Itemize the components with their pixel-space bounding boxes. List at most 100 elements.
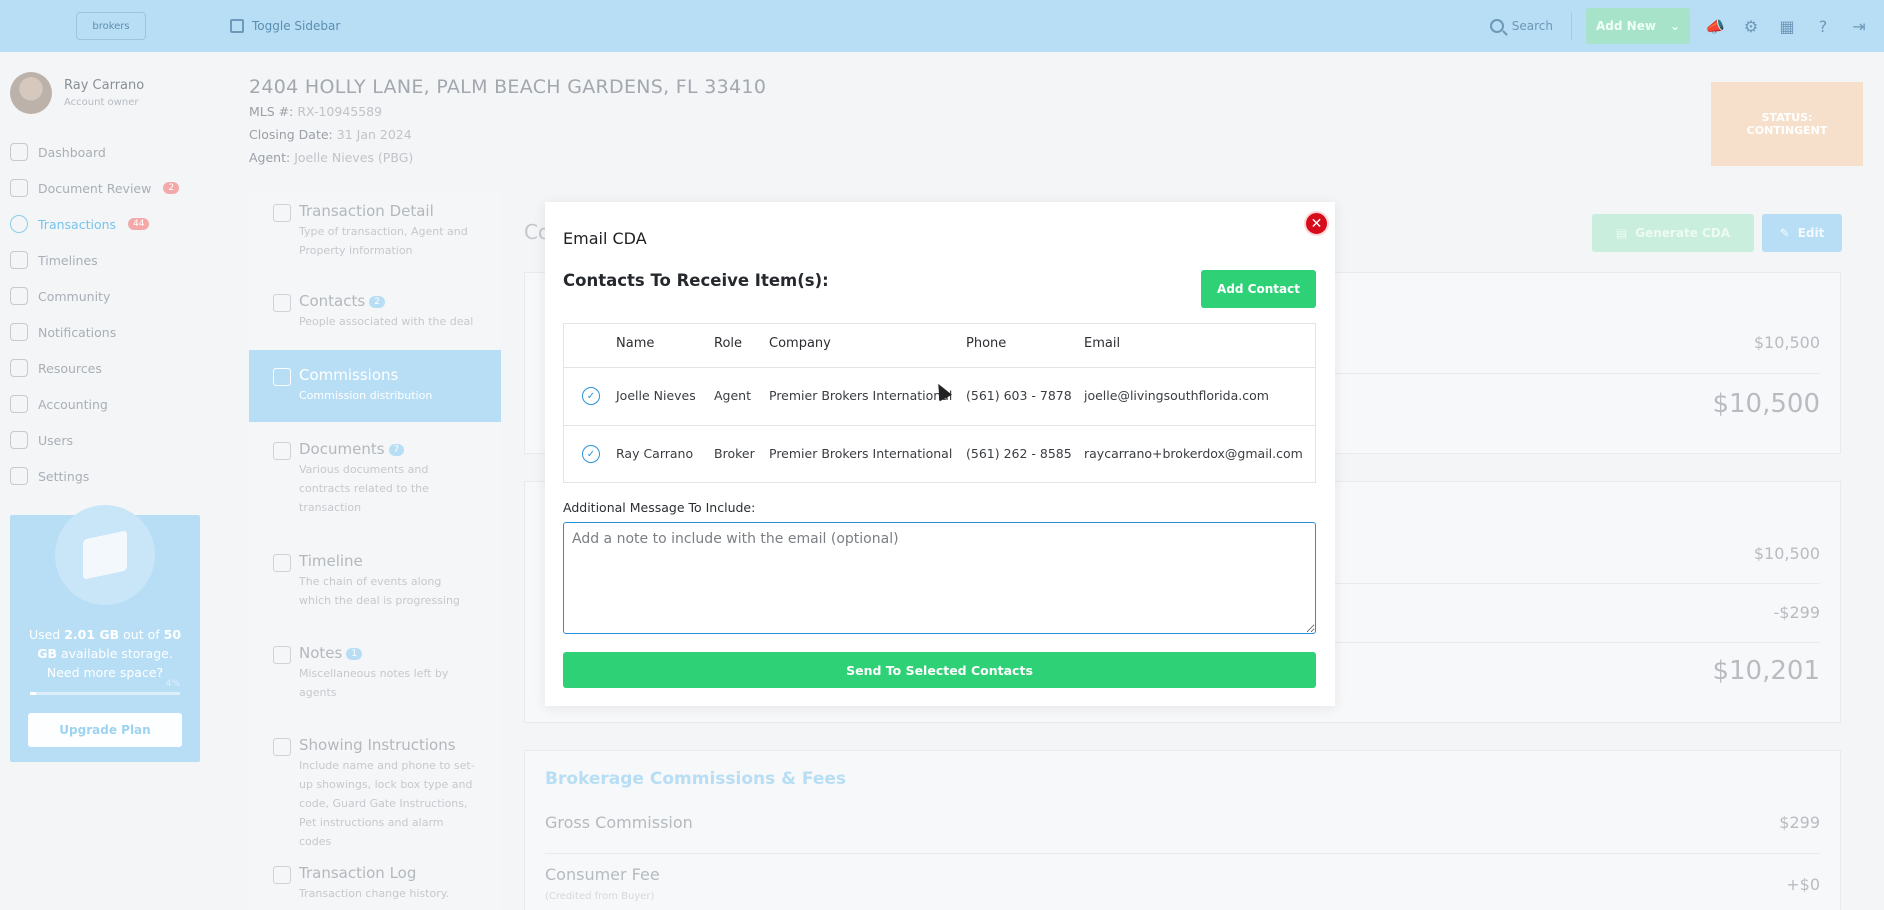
sidebar-item-accounting[interactable]: Accounting	[0, 386, 222, 422]
count-badge: 44	[128, 218, 150, 230]
row-label: Gross Commission	[545, 813, 693, 832]
dollar-icon	[10, 215, 28, 233]
send-to-selected-button[interactable]: Send To Selected Contacts	[563, 652, 1316, 688]
tab-title: Transaction Log	[299, 864, 417, 882]
accounting-icon	[10, 395, 28, 413]
tab-title: Notes	[299, 644, 343, 662]
sidebar-item-dashboard[interactable]: Dashboard	[0, 134, 222, 170]
tab-notes[interactable]: Notes 1 Miscellaneous notes left by agents	[249, 644, 501, 702]
document-icon: ▤	[1615, 226, 1628, 240]
amount: $10,500	[1753, 544, 1820, 563]
gear-icon	[10, 467, 28, 485]
table-row[interactable]: ✓ Ray Carrano Broker Premier Brokers Int…	[564, 425, 1315, 483]
generate-cda-label: Generate CDA	[1635, 226, 1731, 240]
message-label: Additional Message To Include:	[563, 500, 756, 515]
contacts-table: Name Role Company Phone Email ✓ Joelle N…	[563, 323, 1316, 483]
sidebar-item-label: Document Review	[38, 180, 152, 196]
sidebar-item-label: Accounting	[38, 396, 108, 412]
contact-name: Ray Carrano	[616, 446, 694, 461]
storage-text-part: out of	[119, 627, 164, 642]
top-bar: brokers Toggle Sidebar Search Add New ⌄ …	[0, 0, 1884, 52]
search-button[interactable]: Search	[1489, 12, 1572, 40]
status-label: STATUS:	[1761, 111, 1813, 124]
contact-company: Premier Brokers International	[769, 388, 953, 403]
user-icon	[10, 431, 28, 449]
checkbox-checked-icon[interactable]: ✓	[582, 445, 600, 463]
calculator-icon[interactable]: ▦	[1776, 15, 1798, 37]
sidebar-item-label: Settings	[38, 468, 90, 484]
sidebar-item-document-review[interactable]: Document Review 2	[0, 170, 222, 206]
pencil-icon: ✎	[1779, 226, 1790, 240]
count-badge: 2	[369, 296, 385, 308]
sidebar-item-resources[interactable]: Resources	[0, 350, 222, 386]
sidebar-item-settings[interactable]: Settings	[0, 458, 222, 494]
storage-progress-fill	[30, 692, 36, 695]
folder-icon	[10, 359, 28, 377]
contact-email: raycarrano+brokerdox@gmail.com	[1084, 446, 1303, 461]
user-name: Ray Carrano	[64, 78, 145, 93]
status-badge: STATUS: CONTINGENT	[1711, 82, 1863, 166]
tab-timeline[interactable]: Timeline The chain of events along which …	[249, 552, 501, 610]
message-textarea[interactable]	[563, 522, 1316, 634]
logo-mark: brokers	[76, 12, 146, 40]
tab-commissions[interactable]: Commissions Commission distribution	[249, 350, 501, 422]
chevron-down-icon: ⌄	[1669, 19, 1680, 33]
gross-commission-row: Gross Commission $299	[545, 813, 1820, 832]
consumer-fee-row: Consumer Fee (Credited from Buyer) +$0	[545, 865, 1820, 903]
logo[interactable]: brokers	[0, 0, 222, 52]
total-amount: $10,500	[1712, 389, 1820, 419]
brokerage-fees-card: Brokerage Commissions & Fees Gross Commi…	[524, 750, 1841, 910]
toggle-sidebar-button[interactable]: Toggle Sidebar	[230, 19, 340, 33]
tab-showing-instructions[interactable]: Showing Instructions Include name and pho…	[249, 736, 501, 851]
column-header-phone: Phone	[966, 336, 1007, 351]
sidebar-item-label: Users	[38, 432, 74, 448]
tab-title: Contacts	[299, 292, 366, 310]
tab-description: Commission distribution	[299, 389, 433, 402]
avatar	[10, 72, 52, 114]
tab-documents[interactable]: Documents 7 Various documents and contract…	[249, 440, 501, 517]
user-profile[interactable]: Ray Carrano Account owner	[0, 52, 222, 128]
megaphone-icon[interactable]: 📣	[1704, 15, 1726, 37]
count-badge: 1	[346, 648, 363, 660]
hand-coin-icon	[273, 368, 291, 386]
building-icon	[273, 204, 291, 222]
storage-percent: 4%	[165, 679, 180, 689]
mls-value: RX-10945589	[297, 104, 383, 119]
contact-name: Joelle Nieves	[616, 388, 696, 403]
help-icon[interactable]: ?	[1812, 15, 1834, 37]
sidebar-item-community[interactable]: Community	[0, 278, 222, 314]
amount: $299	[1779, 813, 1820, 832]
search-icon	[1489, 19, 1504, 33]
tab-transaction-detail[interactable]: Transaction Detail Type of transaction, A…	[249, 202, 501, 260]
add-contact-button[interactable]: Add Contact	[1201, 270, 1316, 308]
contact-email: joelle@livingsouthflorida.com	[1084, 388, 1269, 403]
contact-role: Broker	[714, 446, 755, 461]
house-icon	[273, 738, 291, 756]
mls-label: MLS #:	[249, 104, 294, 119]
column-header-company: Company	[769, 336, 831, 351]
document-review-icon	[10, 179, 28, 197]
tab-transaction-log[interactable]: Transaction Log Transaction change histor…	[249, 864, 501, 903]
tab-title: Timeline	[299, 552, 363, 570]
add-new-button[interactable]: Add New ⌄	[1586, 8, 1690, 44]
sidebar-item-transactions[interactable]: Transactions 44	[0, 206, 222, 242]
tab-description: People associated with the deal	[299, 315, 474, 328]
storage-illustration-icon	[55, 505, 155, 605]
logout-icon[interactable]: ⇥	[1848, 15, 1870, 37]
contact-phone: (561) 262 - 8585	[966, 446, 1072, 461]
edit-label: Edit	[1797, 226, 1825, 240]
tab-contacts[interactable]: Contacts 2 People associated with the deal	[249, 292, 501, 331]
gear-icon[interactable]: ⚙	[1740, 15, 1762, 37]
sidebar-item-users[interactable]: Users	[0, 422, 222, 458]
close-icon[interactable]: ✕	[1304, 211, 1329, 236]
tab-title: Transaction Detail	[299, 202, 434, 220]
sidebar-item-label: Dashboard	[38, 144, 106, 160]
upgrade-plan-button[interactable]: Upgrade Plan	[28, 713, 182, 747]
sidebar-item-timelines[interactable]: Timelines	[0, 242, 222, 278]
checkbox-checked-icon[interactable]: ✓	[582, 387, 600, 405]
modal-title: Email CDA	[563, 229, 647, 248]
edit-button[interactable]: ✎ Edit	[1762, 214, 1842, 252]
sidebar-item-notifications[interactable]: Notifications	[0, 314, 222, 350]
generate-cda-button[interactable]: ▤ Generate CDA	[1592, 214, 1754, 252]
mls-number: MLS #: RX-10945589	[249, 104, 382, 119]
